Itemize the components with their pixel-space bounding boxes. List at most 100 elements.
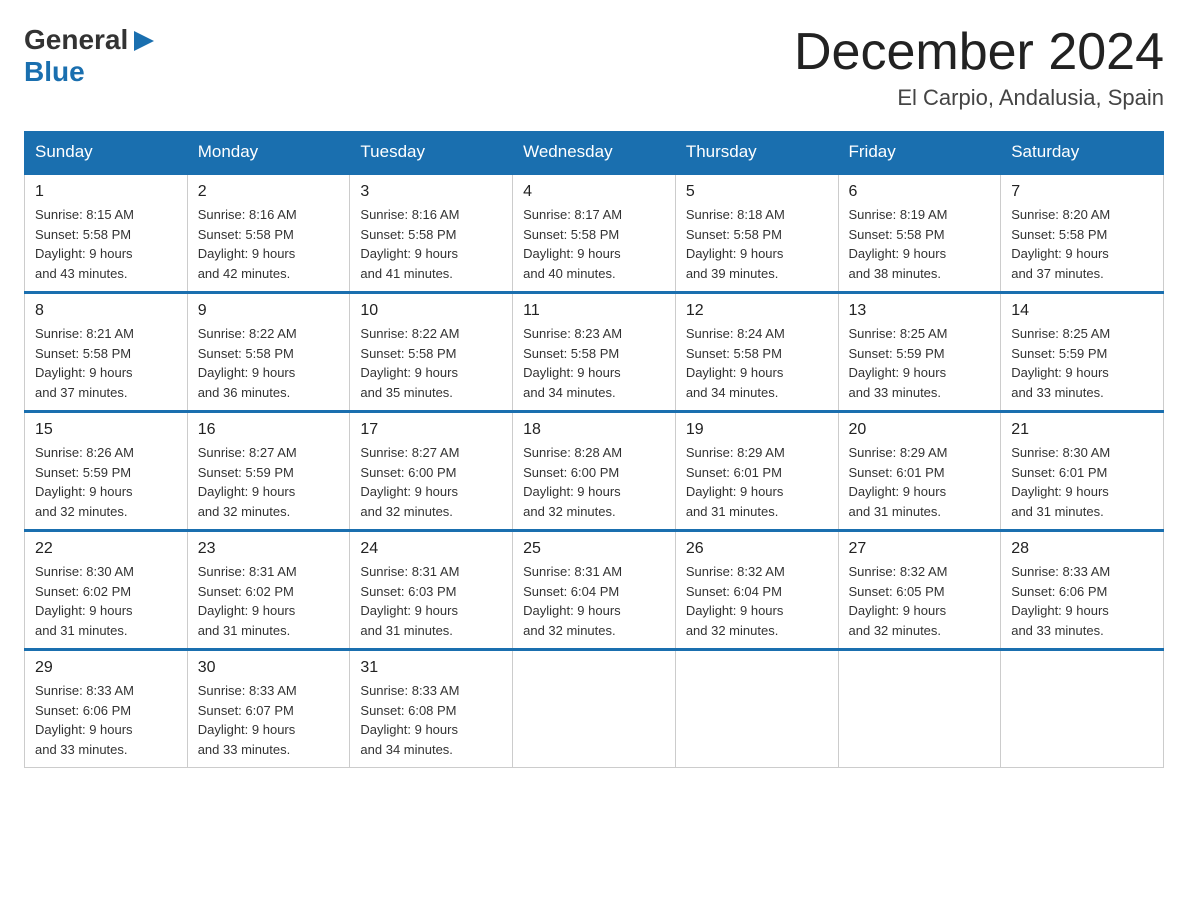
day-info: Sunrise: 8:16 AMSunset: 5:58 PMDaylight:… <box>360 205 502 283</box>
calendar-day-cell: 28 Sunrise: 8:33 AMSunset: 6:06 PMDayligh… <box>1001 531 1164 650</box>
day-number: 28 <box>1011 540 1153 558</box>
day-info: Sunrise: 8:15 AMSunset: 5:58 PMDaylight:… <box>35 205 177 283</box>
day-number: 23 <box>198 540 340 558</box>
calendar-day-cell: 26Sunrise: 8:32 AMSunset: 6:04 PMDayligh… <box>675 531 838 650</box>
day-number: 2 <box>198 183 340 201</box>
calendar-day-cell <box>675 650 838 768</box>
calendar-day-cell: 27 Sunrise: 8:32 AMSunset: 6:05 PMDayligh… <box>838 531 1001 650</box>
day-number: 13 <box>849 302 991 320</box>
day-number: 27 <box>849 540 991 558</box>
day-info: Sunrise: 8:21 AMSunset: 5:58 PMDaylight:… <box>35 324 177 402</box>
logo-general: General <box>24 24 128 56</box>
header-saturday: Saturday <box>1001 132 1164 174</box>
day-info: Sunrise: 8:30 AMSunset: 6:02 PMDaylight:… <box>35 562 177 640</box>
day-number: 18 <box>523 421 665 439</box>
day-number: 22 <box>35 540 177 558</box>
day-info: Sunrise: 8:29 AMSunset: 6:01 PMDaylight:… <box>686 443 828 521</box>
day-info: Sunrise: 8:27 AMSunset: 5:59 PMDaylight:… <box>198 443 340 521</box>
calendar-day-cell: 3 Sunrise: 8:16 AMSunset: 5:58 PMDaylight… <box>350 174 513 293</box>
day-info: Sunrise: 8:16 AMSunset: 5:58 PMDaylight:… <box>198 205 340 283</box>
calendar-day-cell: 16 Sunrise: 8:27 AMSunset: 5:59 PMDayligh… <box>187 412 350 531</box>
day-number: 17 <box>360 421 502 439</box>
title-block: December 2024 El Carpio, Andalusia, Spai… <box>794 24 1164 111</box>
calendar-day-cell: 1Sunrise: 8:15 AMSunset: 5:58 PMDaylight… <box>25 174 188 293</box>
day-number: 14 <box>1011 302 1153 320</box>
day-number: 3 <box>360 183 502 201</box>
calendar-week-row: 22 Sunrise: 8:30 AMSunset: 6:02 PMDayligh… <box>25 531 1164 650</box>
day-number: 31 <box>360 659 502 677</box>
day-number: 5 <box>686 183 828 201</box>
calendar-week-row: 1Sunrise: 8:15 AMSunset: 5:58 PMDaylight… <box>25 174 1164 293</box>
day-info: Sunrise: 8:18 AMSunset: 5:58 PMDaylight:… <box>686 205 828 283</box>
day-number: 9 <box>198 302 340 320</box>
logo-blue: Blue <box>24 56 85 87</box>
calendar-day-cell <box>1001 650 1164 768</box>
day-info: Sunrise: 8:32 AMSunset: 6:05 PMDaylight:… <box>849 562 991 640</box>
header-sunday: Sunday <box>25 132 188 174</box>
calendar-day-cell: 8 Sunrise: 8:21 AMSunset: 5:58 PMDaylight… <box>25 293 188 412</box>
day-number: 24 <box>360 540 502 558</box>
calendar-day-cell: 15Sunrise: 8:26 AMSunset: 5:59 PMDayligh… <box>25 412 188 531</box>
day-number: 26 <box>686 540 828 558</box>
calendar-day-cell: 10 Sunrise: 8:22 AMSunset: 5:58 PMDayligh… <box>350 293 513 412</box>
day-number: 30 <box>198 659 340 677</box>
day-info: Sunrise: 8:17 AMSunset: 5:58 PMDaylight:… <box>523 205 665 283</box>
day-number: 16 <box>198 421 340 439</box>
day-number: 10 <box>360 302 502 320</box>
calendar-day-cell: 5 Sunrise: 8:18 AMSunset: 5:58 PMDaylight… <box>675 174 838 293</box>
day-number: 7 <box>1011 183 1153 201</box>
calendar-day-cell: 17 Sunrise: 8:27 AMSunset: 6:00 PMDayligh… <box>350 412 513 531</box>
day-info: Sunrise: 8:31 AMSunset: 6:02 PMDaylight:… <box>198 562 340 640</box>
day-info: Sunrise: 8:29 AMSunset: 6:01 PMDaylight:… <box>849 443 991 521</box>
calendar-day-cell: 24 Sunrise: 8:31 AMSunset: 6:03 PMDayligh… <box>350 531 513 650</box>
day-info: Sunrise: 8:31 AMSunset: 6:03 PMDaylight:… <box>360 562 502 640</box>
month-year-title: December 2024 <box>794 24 1164 81</box>
calendar-day-cell: 30 Sunrise: 8:33 AMSunset: 6:07 PMDayligh… <box>187 650 350 768</box>
calendar-header-row: Sunday Monday Tuesday Wednesday Thursday… <box>25 132 1164 174</box>
day-number: 21 <box>1011 421 1153 439</box>
calendar-table: Sunday Monday Tuesday Wednesday Thursday… <box>24 131 1164 768</box>
calendar-day-cell <box>513 650 676 768</box>
calendar-week-row: 29Sunrise: 8:33 AMSunset: 6:06 PMDayligh… <box>25 650 1164 768</box>
calendar-day-cell: 25 Sunrise: 8:31 AMSunset: 6:04 PMDayligh… <box>513 531 676 650</box>
day-number: 15 <box>35 421 177 439</box>
day-info: Sunrise: 8:22 AMSunset: 5:58 PMDaylight:… <box>360 324 502 402</box>
day-number: 29 <box>35 659 177 677</box>
header-tuesday: Tuesday <box>350 132 513 174</box>
day-number: 8 <box>35 302 177 320</box>
day-info: Sunrise: 8:33 AMSunset: 6:07 PMDaylight:… <box>198 681 340 759</box>
calendar-day-cell: 20 Sunrise: 8:29 AMSunset: 6:01 PMDayligh… <box>838 412 1001 531</box>
page-header: General Blue December 2024 El Carpio, An… <box>24 24 1164 111</box>
logo-arrow-icon <box>130 27 158 55</box>
day-number: 20 <box>849 421 991 439</box>
day-info: Sunrise: 8:33 AMSunset: 6:08 PMDaylight:… <box>360 681 502 759</box>
day-number: 11 <box>523 302 665 320</box>
day-number: 19 <box>686 421 828 439</box>
day-info: Sunrise: 8:27 AMSunset: 6:00 PMDaylight:… <box>360 443 502 521</box>
calendar-day-cell: 19 Sunrise: 8:29 AMSunset: 6:01 PMDayligh… <box>675 412 838 531</box>
day-number: 12 <box>686 302 828 320</box>
day-info: Sunrise: 8:28 AMSunset: 6:00 PMDaylight:… <box>523 443 665 521</box>
day-info: Sunrise: 8:20 AMSunset: 5:58 PMDaylight:… <box>1011 205 1153 283</box>
day-info: Sunrise: 8:23 AMSunset: 5:58 PMDaylight:… <box>523 324 665 402</box>
calendar-day-cell: 29Sunrise: 8:33 AMSunset: 6:06 PMDayligh… <box>25 650 188 768</box>
day-info: Sunrise: 8:19 AMSunset: 5:58 PMDaylight:… <box>849 205 991 283</box>
day-info: Sunrise: 8:33 AMSunset: 6:06 PMDaylight:… <box>1011 562 1153 640</box>
day-info: Sunrise: 8:31 AMSunset: 6:04 PMDaylight:… <box>523 562 665 640</box>
calendar-day-cell: 22 Sunrise: 8:30 AMSunset: 6:02 PMDayligh… <box>25 531 188 650</box>
day-info: Sunrise: 8:25 AMSunset: 5:59 PMDaylight:… <box>1011 324 1153 402</box>
calendar-day-cell <box>838 650 1001 768</box>
calendar-week-row: 15Sunrise: 8:26 AMSunset: 5:59 PMDayligh… <box>25 412 1164 531</box>
calendar-day-cell: 7 Sunrise: 8:20 AMSunset: 5:58 PMDaylight… <box>1001 174 1164 293</box>
logo: General Blue <box>24 24 158 88</box>
day-info: Sunrise: 8:22 AMSunset: 5:58 PMDaylight:… <box>198 324 340 402</box>
calendar-day-cell: 31 Sunrise: 8:33 AMSunset: 6:08 PMDayligh… <box>350 650 513 768</box>
day-number: 4 <box>523 183 665 201</box>
calendar-day-cell: 14 Sunrise: 8:25 AMSunset: 5:59 PMDayligh… <box>1001 293 1164 412</box>
calendar-day-cell: 4 Sunrise: 8:17 AMSunset: 5:58 PMDaylight… <box>513 174 676 293</box>
day-number: 25 <box>523 540 665 558</box>
calendar-day-cell: 21Sunrise: 8:30 AMSunset: 6:01 PMDayligh… <box>1001 412 1164 531</box>
calendar-day-cell: 9 Sunrise: 8:22 AMSunset: 5:58 PMDaylight… <box>187 293 350 412</box>
location-title: El Carpio, Andalusia, Spain <box>794 85 1164 111</box>
calendar-day-cell: 11 Sunrise: 8:23 AMSunset: 5:58 PMDayligh… <box>513 293 676 412</box>
